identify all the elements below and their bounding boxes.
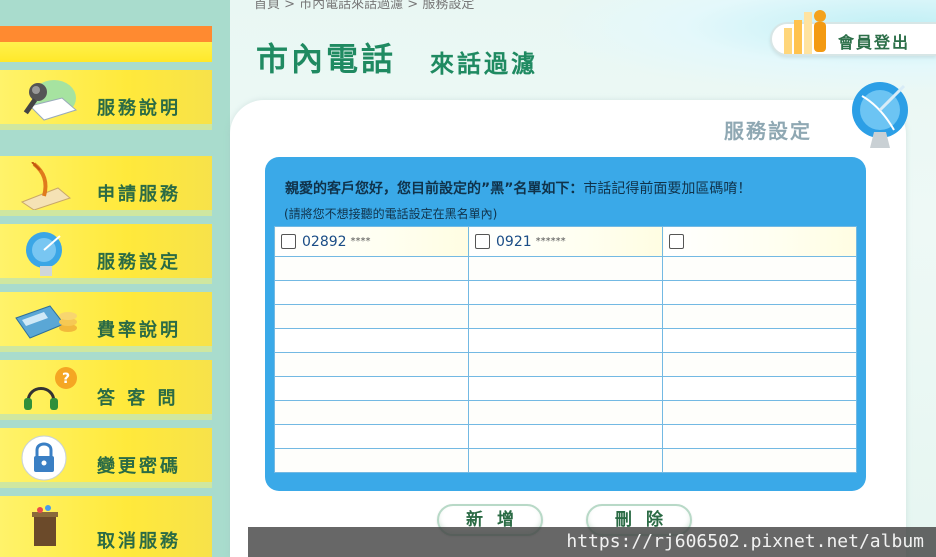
sidebar-top-bar xyxy=(0,26,212,62)
sidebar-item-cancel-service[interactable]: 取消服務 xyxy=(0,496,212,557)
sidebar-item-apply-service[interactable]: 申請服務 xyxy=(0,156,212,216)
table-cell xyxy=(468,328,663,353)
table-cell xyxy=(662,328,857,353)
svg-text:?: ? xyxy=(62,371,70,387)
table-cell xyxy=(468,376,663,401)
table-cell xyxy=(662,376,857,401)
sidebar-item-service-settings[interactable]: 服務設定 xyxy=(0,224,212,284)
phone-number-masked: **** xyxy=(350,235,371,247)
table-cell xyxy=(662,226,857,257)
table-cell xyxy=(274,376,469,401)
member-figure-icon xyxy=(782,6,830,62)
table-cell xyxy=(274,352,469,377)
table-cell xyxy=(274,448,469,473)
blacklist-heading-text: 親愛的客戶您好，您目前設定的”黑”名單如下： xyxy=(285,181,584,197)
table-row xyxy=(274,448,857,473)
watermark-text: https://rj606502.pixnet.net/album xyxy=(566,531,924,552)
blacklist-heading: 親愛的客戶您好，您目前設定的”黑”名單如下：市話記得前面要加區碼唷！ xyxy=(285,178,751,198)
table-cell xyxy=(662,400,857,425)
table-cell xyxy=(468,448,663,473)
table-cell xyxy=(274,400,469,425)
phone-number: 02892 xyxy=(302,233,347,250)
table-row xyxy=(274,352,857,377)
phone-number: 0921 xyxy=(496,233,532,250)
table-cell xyxy=(274,304,469,329)
sidebar: 服務說明 申請服務 服務設定 費率說明 ? 答 客 問 變更密碼 取消服務 xyxy=(0,0,230,557)
sidebar-item-label: 服務說明 xyxy=(97,98,181,119)
breadcrumb: 首頁 > 市內電話來話過濾 > 服務設定 xyxy=(254,0,475,12)
table-cell xyxy=(274,280,469,305)
sidebar-item-label: 服務設定 xyxy=(97,252,181,273)
table-cell xyxy=(662,448,857,473)
calculator-coins-icon xyxy=(14,298,78,346)
table-cell: 02892 **** xyxy=(274,226,469,257)
table-cell xyxy=(468,304,663,329)
sidebar-item-change-password[interactable]: 變更密碼 xyxy=(0,428,212,488)
section-title: 服務設定 xyxy=(724,119,812,143)
table-cell xyxy=(662,304,857,329)
sidebar-item-label: 答 客 問 xyxy=(97,388,179,409)
padlock-icon xyxy=(14,434,78,482)
entry-checkbox[interactable] xyxy=(281,234,296,249)
phone-number-masked: ****** xyxy=(535,235,566,247)
page-subtitle: 來話過濾 xyxy=(430,50,538,78)
table-cell xyxy=(468,352,663,377)
table-row xyxy=(274,376,857,401)
table-cell xyxy=(662,352,857,377)
page-title: 市內電話 xyxy=(256,40,397,78)
table-cell xyxy=(662,256,857,281)
logout-button[interactable]: 會員登出 xyxy=(770,10,936,56)
entry-checkbox[interactable] xyxy=(669,234,684,249)
satellite-dish-icon xyxy=(846,72,916,160)
watermark-bar: https://rj606502.pixnet.net/album xyxy=(248,527,936,557)
blacklist-table: 02892 **** 0921 ****** xyxy=(274,226,857,473)
table-cell xyxy=(274,256,469,281)
sidebar-item-rate-info[interactable]: 費率說明 xyxy=(0,292,212,352)
table-cell xyxy=(468,256,663,281)
table-cell xyxy=(662,280,857,305)
table-cell xyxy=(274,328,469,353)
table-row xyxy=(274,400,857,425)
table-row xyxy=(274,304,857,329)
headset-question-icon: ? xyxy=(14,366,78,414)
logout-label: 會員登出 xyxy=(838,33,911,52)
table-row xyxy=(274,256,857,281)
table-row xyxy=(274,328,857,353)
table-cell xyxy=(274,424,469,449)
sidebar-item-service-info[interactable]: 服務說明 xyxy=(0,70,212,130)
table-row: 02892 **** 0921 ****** xyxy=(274,226,857,257)
satellite-dish-icon xyxy=(14,230,78,278)
area-code-note: 市話記得前面要加區碼唷！ xyxy=(583,181,752,197)
sidebar-item-faq[interactable]: ? 答 客 問 xyxy=(0,360,212,420)
blacklist-subnote: (請將您不想接聽的電話設定在黑名單內) xyxy=(284,207,498,221)
table-cell xyxy=(662,424,857,449)
table-cell xyxy=(468,400,663,425)
entry-checkbox[interactable] xyxy=(475,234,490,249)
sidebar-item-label: 費率說明 xyxy=(97,320,181,341)
table-cell: 0921 ****** xyxy=(468,226,663,257)
trash-bin-icon xyxy=(14,502,78,550)
microphone-book-icon xyxy=(14,76,78,124)
table-cell xyxy=(468,424,663,449)
table-row xyxy=(274,424,857,449)
quill-scroll-icon xyxy=(14,162,78,210)
sidebar-item-label: 申請服務 xyxy=(97,184,181,205)
table-row xyxy=(274,280,857,305)
sidebar-item-label: 取消服務 xyxy=(97,531,181,552)
sidebar-item-label: 變更密碼 xyxy=(97,456,181,477)
table-cell xyxy=(468,280,663,305)
